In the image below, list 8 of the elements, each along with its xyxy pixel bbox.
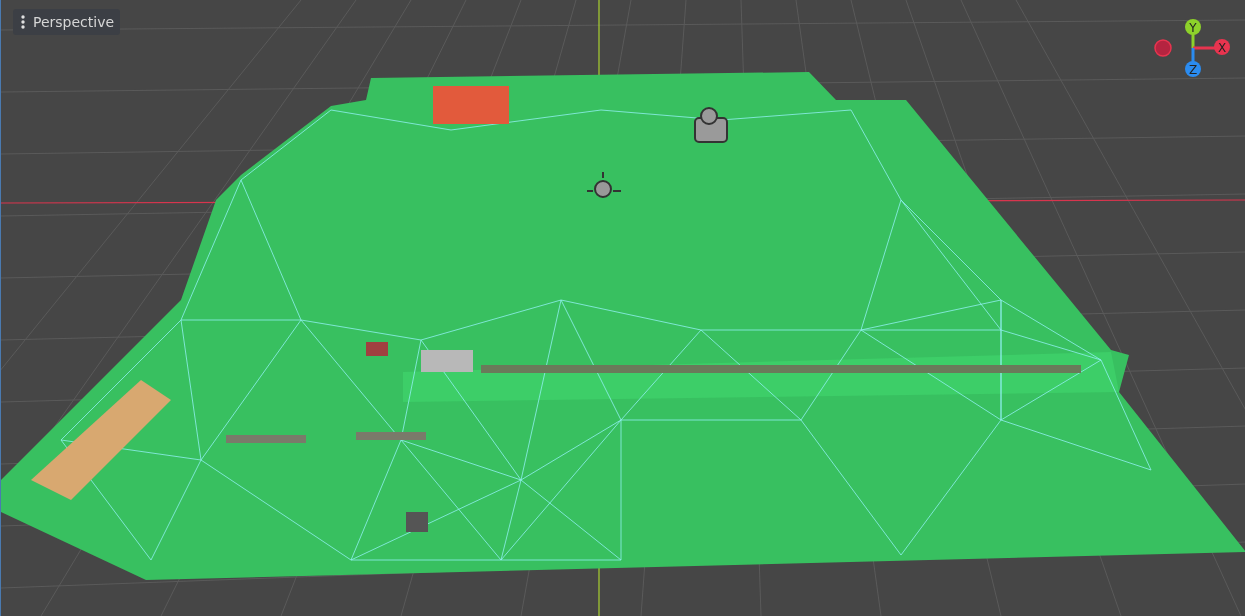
view-menu-button[interactable]: Perspective [13, 9, 121, 35]
axis-handle[interactable]: Y [1185, 19, 1201, 35]
axis-handle[interactable]: X [1214, 39, 1230, 55]
negative-axis-handle[interactable] [1154, 39, 1172, 57]
kebab-menu-icon [21, 15, 25, 29]
3d-viewport[interactable]: Perspective Y X Z [0, 0, 1245, 616]
light-bulb-icon[interactable] [586, 171, 622, 198]
axis-handle[interactable]: Z [1185, 61, 1201, 77]
